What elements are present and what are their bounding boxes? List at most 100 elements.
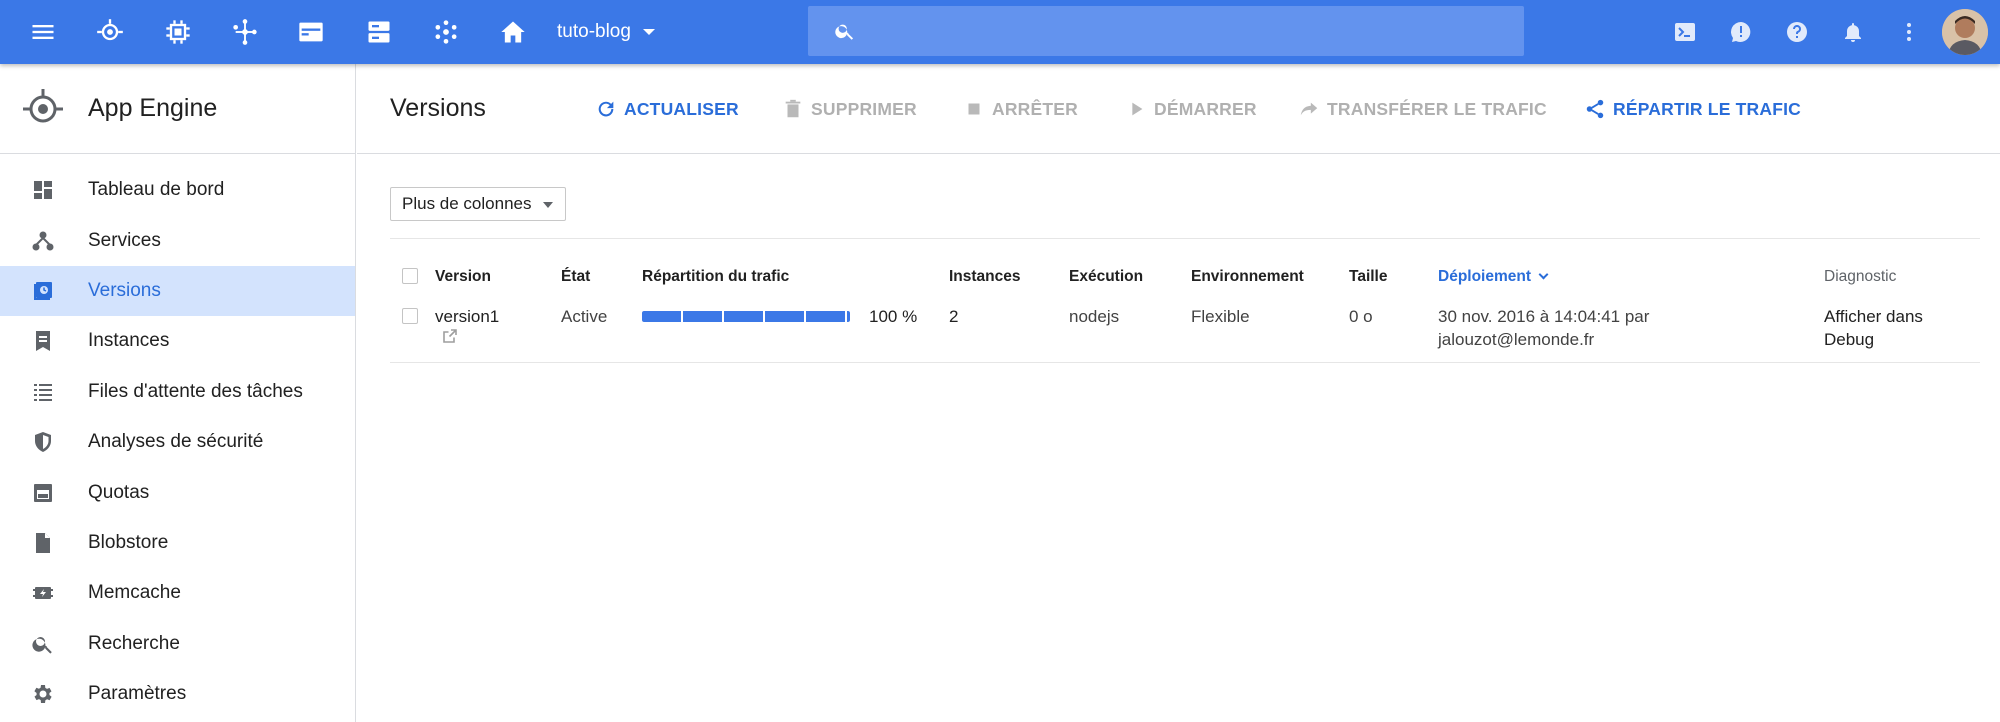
- sidebar-item-quotas[interactable]: Quotas: [0, 467, 355, 517]
- sidebar-item-search[interactable]: Recherche: [0, 619, 355, 669]
- split-traffic-button[interactable]: RÉPARTIR LE TRAFIC: [1584, 96, 1801, 122]
- dashboard-icon: [30, 177, 56, 203]
- page-title: Versions: [390, 94, 486, 122]
- home-icon[interactable]: [495, 14, 531, 50]
- traffic-allocation-bar: [642, 311, 850, 322]
- debug-link-line2[interactable]: Debug: [1824, 330, 1874, 350]
- forward-arrow-icon: [1300, 102, 1318, 116]
- gear-icon: [30, 681, 56, 707]
- cluster-icon[interactable]: [428, 14, 464, 50]
- col-header-size[interactable]: Taille: [1349, 268, 1387, 286]
- deployment-date: 30 nov. 2016 à 14:04:41 par: [1438, 307, 1650, 326]
- list-icon: [30, 379, 56, 405]
- migrate-traffic-button[interactable]: TRANSFÉRER LE TRAFIC: [1298, 96, 1547, 122]
- app-engine-icon[interactable]: [92, 14, 128, 50]
- traffic-allocation-fill: [642, 311, 850, 322]
- search-input[interactable]: [878, 16, 1498, 46]
- project-selector[interactable]: tuto-blog: [557, 18, 655, 46]
- sidebar-item-dashboard[interactable]: Tableau de bord: [0, 165, 355, 215]
- sidebar-item-instances[interactable]: Instances: [0, 316, 355, 366]
- deployment-user: jalouzot@lemonde.fr: [1438, 330, 1595, 349]
- feedback-icon[interactable]: [1723, 14, 1759, 50]
- play-icon: [1132, 102, 1143, 116]
- instances-count[interactable]: 2: [949, 307, 958, 327]
- environment-value: Flexible: [1191, 307, 1250, 326]
- runtime-value: nodejs: [1069, 307, 1120, 326]
- instances-icon: [30, 328, 56, 354]
- search-box[interactable]: [808, 6, 1524, 56]
- sidebar-item-services[interactable]: Services: [0, 215, 355, 265]
- delete-button[interactable]: SUPPRIMER: [782, 96, 917, 122]
- sidebar-item-versions[interactable]: Versions: [0, 265, 355, 317]
- versions-icon: [30, 278, 56, 304]
- more-vert-icon[interactable]: [1891, 14, 1927, 50]
- sidebar-item-label: Files d'attente des tâches: [88, 380, 303, 402]
- version-name[interactable]: version1: [435, 307, 499, 327]
- sidebar-item-label: Analyses de sécurité: [88, 431, 264, 453]
- stop-label: ARRÊTER: [992, 98, 1078, 119]
- trash-icon: [785, 99, 801, 118]
- sidebar-item-label: Memcache: [88, 582, 181, 604]
- sidebar-item-settings[interactable]: Paramètres: [0, 669, 355, 719]
- stop-icon: [968, 103, 980, 115]
- sql-icon[interactable]: [361, 14, 397, 50]
- size-value: 0 o: [1349, 307, 1373, 326]
- split-traffic-label: RÉPARTIR LE TRAFIC: [1613, 98, 1801, 119]
- debug-link-line1[interactable]: Afficher dans: [1824, 307, 1923, 327]
- search-icon: [834, 20, 856, 42]
- sidebar-item-label: Versions: [88, 279, 161, 301]
- help-icon[interactable]: [1779, 14, 1815, 50]
- start-button[interactable]: DÉMARRER: [1125, 96, 1257, 122]
- refresh-label: ACTUALISER: [624, 98, 739, 119]
- start-label: DÉMARRER: [1154, 98, 1257, 119]
- delete-label: SUPPRIMER: [811, 98, 917, 119]
- sidebar-item-label: Services: [88, 229, 161, 251]
- version-state: Active: [561, 307, 608, 326]
- network-icon[interactable]: [227, 14, 263, 50]
- col-header-runtime[interactable]: Exécution: [1069, 268, 1143, 286]
- product-title: App Engine: [88, 94, 218, 122]
- col-header-deployment[interactable]: Déploiement: [1438, 268, 1549, 286]
- sidebar: App Engine Tableau de bord Services Vers…: [0, 64, 356, 722]
- file-icon: [30, 530, 56, 556]
- divider: [390, 238, 1980, 239]
- menu-icon[interactable]: [25, 14, 61, 50]
- services-icon: [30, 228, 56, 254]
- sidebar-item-security-scans[interactable]: Analyses de sécurité: [0, 417, 355, 467]
- sidebar-item-label: Blobstore: [88, 531, 169, 553]
- search-icon: [30, 631, 56, 657]
- user-photo-icon: [1942, 9, 1988, 55]
- refresh-icon: [598, 101, 614, 117]
- more-columns-dropdown[interactable]: Plus de colonnes: [390, 187, 566, 221]
- cloud-shell-icon[interactable]: [1667, 14, 1703, 50]
- avatar[interactable]: [1942, 9, 1988, 55]
- external-link-icon[interactable]: [442, 328, 458, 344]
- traffic-percent: 100 %: [869, 307, 918, 326]
- quotas-icon: [30, 480, 56, 506]
- compute-engine-icon[interactable]: [160, 14, 196, 50]
- sidebar-item-memcache[interactable]: Memcache: [0, 568, 355, 618]
- row-divider: [390, 362, 1980, 363]
- storage-icon[interactable]: [293, 14, 329, 50]
- col-header-state[interactable]: État: [561, 268, 590, 286]
- col-header-traffic[interactable]: Répartition du trafic: [642, 268, 789, 286]
- col-header-version[interactable]: Version: [435, 268, 491, 286]
- col-header-instances[interactable]: Instances: [949, 268, 1021, 286]
- shield-icon: [30, 429, 56, 455]
- sidebar-item-task-queues[interactable]: Files d'attente des tâches: [0, 367, 355, 417]
- stop-button[interactable]: ARRÊTER: [963, 96, 1078, 122]
- row-checkbox[interactable]: [402, 308, 418, 324]
- notifications-icon[interactable]: [1835, 14, 1871, 50]
- project-name: tuto-blog: [557, 21, 631, 42]
- sidebar-item-blobstore[interactable]: Blobstore: [0, 518, 355, 568]
- app-engine-logo-icon: [23, 89, 63, 123]
- share-icon: [1586, 99, 1604, 119]
- col-header-environment[interactable]: Environnement: [1191, 268, 1304, 286]
- sidebar-item-label: Paramètres: [88, 683, 187, 705]
- memcache-icon: [30, 580, 56, 606]
- refresh-button[interactable]: ACTUALISER: [595, 96, 739, 122]
- select-all-checkbox[interactable]: [402, 268, 418, 284]
- sidebar-item-label: Instances: [88, 330, 170, 352]
- migrate-traffic-label: TRANSFÉRER LE TRAFIC: [1327, 98, 1547, 119]
- sort-desc-icon: [1538, 269, 1549, 280]
